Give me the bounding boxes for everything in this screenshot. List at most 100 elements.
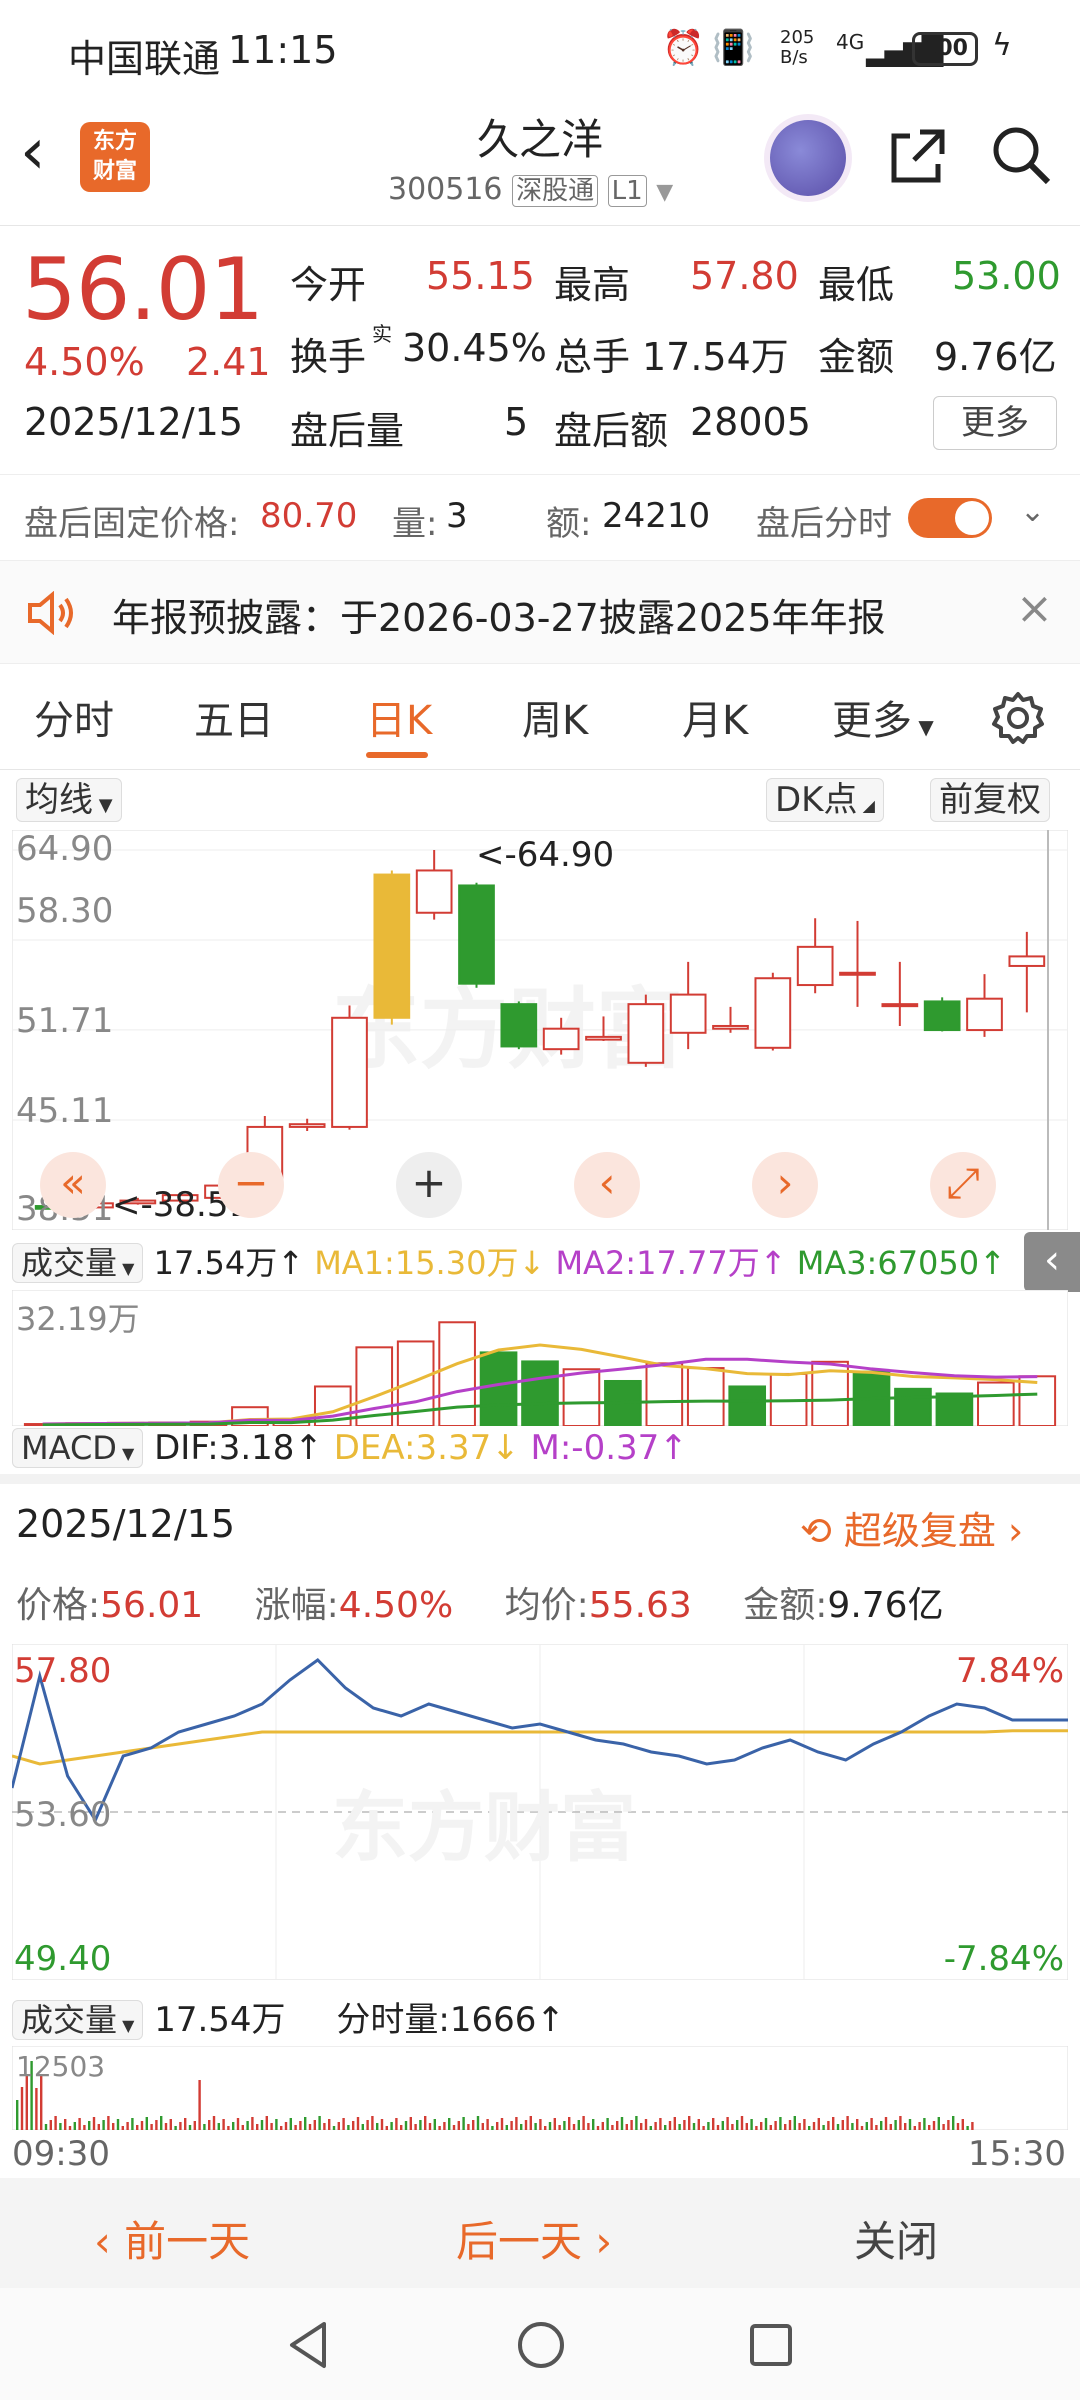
turnover-label: 换手 <box>290 335 367 379</box>
super-review-link[interactable]: ⟲ 超级复盘 › <box>800 1500 1023 1555</box>
announcement-banner[interactable]: 年报预披露：于2026-03-27披露2025年年报 × <box>0 560 1080 664</box>
intraday-volume-bar <box>683 2120 686 2130</box>
intraday-volume-bar <box>966 2126 969 2130</box>
nav-recent-icon[interactable] <box>744 2318 798 2372</box>
intraday-volume-bar <box>620 2117 624 2130</box>
intraday-volume-bar <box>294 2125 297 2130</box>
close-button[interactable]: 关闭 <box>854 2208 938 2269</box>
settings-icon[interactable] <box>990 690 1046 746</box>
collapse-icon[interactable]: ‹ <box>1024 1232 1080 1292</box>
intraday-volume-bar <box>865 2122 868 2130</box>
intraday-volume-bar <box>217 2123 220 2130</box>
intraday-volume-bar <box>323 2123 326 2130</box>
tab-weekly-k[interactable]: 周K <box>522 688 588 746</box>
sgt-badge: 深股通 <box>512 175 599 207</box>
intraday-low: 49.40 <box>14 1939 111 1979</box>
dk-point-button[interactable]: DK点 ◢ <box>766 778 884 822</box>
intraday-volume-bar <box>64 2119 67 2130</box>
intraday-volume-bar <box>798 2123 801 2130</box>
intraday-volume-bar <box>678 2124 681 2130</box>
ma-selector[interactable]: 均线 ▼ <box>16 778 122 822</box>
tab-more[interactable]: 更多 ▼ <box>832 688 934 746</box>
share-icon[interactable] <box>884 124 950 190</box>
tab-intraday[interactable]: 分时 <box>34 688 114 746</box>
intraday-volume-bar <box>889 2124 892 2130</box>
intraday-volume-bar <box>160 2116 163 2130</box>
dea-value: DEA:3.37↓ <box>333 1428 520 1468</box>
review-stats: 价格:56.01 涨幅:4.50% 均价:55.63 金额:9.76亿 <box>16 1585 944 1626</box>
next-day-button[interactable]: 后一天 › <box>456 2208 612 2269</box>
intraday-volume-bar <box>942 2124 945 2130</box>
stock-code: 300516 <box>388 172 503 207</box>
divider <box>0 474 1080 475</box>
intraday-volume-bar <box>145 2117 148 2130</box>
intraday-volume-bar <box>438 2126 441 2130</box>
intraday-volume-bar <box>352 2121 355 2130</box>
stock-code-row[interactable]: 300516 深股通 L1 ▼ <box>388 170 673 207</box>
chevron-down-icon[interactable]: ⌄ <box>1020 494 1045 529</box>
ah-qty-value: 3 <box>446 496 468 536</box>
ah-intraday-toggle[interactable] <box>908 498 992 538</box>
prev-day-button[interactable]: ‹ 前一天 <box>94 2208 250 2269</box>
open-value: 55.15 <box>426 254 535 298</box>
tab-daily-k[interactable]: 日K <box>366 688 432 746</box>
tab-indicator <box>366 752 428 758</box>
zoom-out-icon[interactable]: − <box>218 1152 284 1218</box>
intraday-volume-bar <box>870 2118 873 2130</box>
intraday-volume-bar <box>54 2116 57 2130</box>
intraday-volume-bar <box>937 2117 940 2130</box>
watermark: 东方财富 <box>332 1783 636 1872</box>
nav-home-icon[interactable] <box>514 2318 568 2372</box>
intraday-volume-bar <box>462 2117 465 2130</box>
time-start: 09:30 <box>12 2134 110 2174</box>
more-button[interactable]: 更多 <box>933 396 1057 450</box>
fullscreen-icon[interactable]: ⤢ <box>930 1152 996 1218</box>
volume-selector[interactable]: 成交量 ▼ <box>12 1243 144 1283</box>
intraday-volume-bar <box>649 2126 652 2130</box>
intraday-volume-bar <box>630 2120 633 2130</box>
intraday-volume-bar <box>280 2126 283 2130</box>
first-icon[interactable]: « <box>40 1152 106 1218</box>
y-tick-label: 58.30 <box>16 891 113 931</box>
candle <box>839 971 876 976</box>
y-tick-label: 64.90 <box>16 830 113 869</box>
intraday-volume-bar <box>971 2122 974 2130</box>
intraday-volume-bar <box>433 2119 436 2130</box>
zoom-in-icon[interactable]: + <box>396 1152 462 1218</box>
intraday-volume-bar <box>342 2118 345 2130</box>
adjust-button[interactable]: 前复权 <box>930 778 1050 822</box>
intraday-volume-bar <box>784 2124 787 2130</box>
intraday-volume-bar <box>606 2118 609 2130</box>
intraday-volume-bar <box>318 2116 321 2130</box>
intraday-volume-bar <box>251 2117 254 2130</box>
intraday-volume-bar <box>788 2120 792 2130</box>
tab-five-day[interactable]: 五日 <box>194 688 274 746</box>
nav-back-icon[interactable] <box>282 2318 336 2372</box>
intraday-volume-bar <box>841 2120 844 2130</box>
ai-assistant-icon[interactable] <box>770 120 846 196</box>
tab-monthly-k[interactable]: 月K <box>682 688 748 746</box>
intraday-volume-bar <box>836 2124 840 2130</box>
intraday-volume-bar <box>712 2118 715 2130</box>
intraday-volume-bar <box>904 2123 907 2130</box>
intraday-chart[interactable]: 东方财富 57.80 53.60 49.40 7.84% -7.84% <box>12 1644 1068 1980</box>
ah-amount-label: 盘后额 <box>554 409 669 453</box>
search-icon[interactable] <box>988 122 1054 188</box>
prev-icon[interactable]: ‹ <box>574 1152 640 1218</box>
kline-chart[interactable]: 东方财富 64.90 58.30 51.71 45.11 38.51 <-64.… <box>12 830 1068 1230</box>
intraday-volume-bar <box>822 2125 825 2130</box>
intraday-volume-bar <box>299 2121 302 2130</box>
volume-label: 总手 <box>554 335 631 379</box>
close-icon[interactable]: × <box>1016 583 1053 634</box>
macd-selector[interactable]: MACD ▼ <box>12 1428 144 1468</box>
ma2-value: MA2:17.77万↑ <box>555 1244 787 1282</box>
intraday-volume-bar <box>961 2119 964 2130</box>
intraday-volume-bar <box>755 2126 758 2130</box>
intraday-volume-bar <box>380 2119 384 2130</box>
intraday-volume-bar <box>764 2118 768 2130</box>
review-change: 4.50% <box>338 1585 454 1626</box>
intraday-volume-selector[interactable]: 成交量 ▼ <box>12 2000 144 2040</box>
amount-value: 9.76亿 <box>934 335 1057 379</box>
intraday-volume-bar <box>572 2124 576 2130</box>
next-icon[interactable]: › <box>752 1152 818 1218</box>
